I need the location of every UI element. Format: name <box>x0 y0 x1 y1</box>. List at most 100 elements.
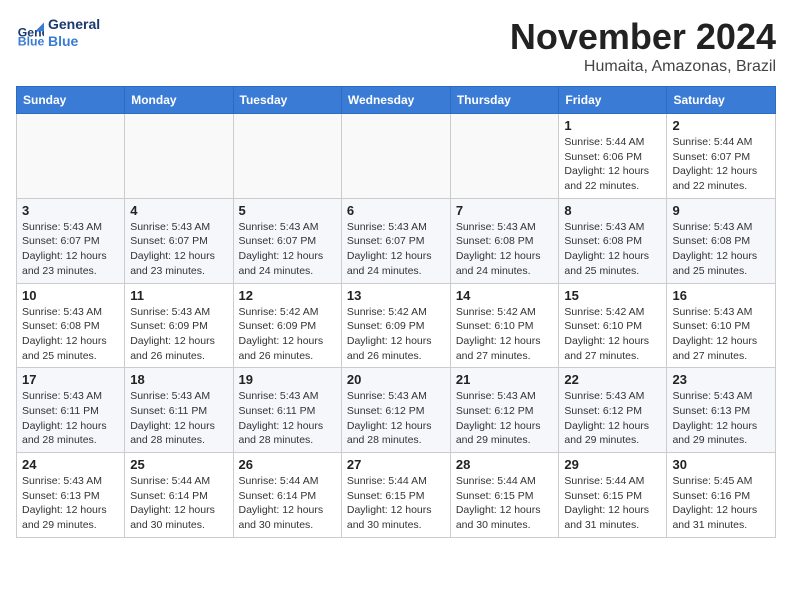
day-info: Sunrise: 5:42 AM Sunset: 6:10 PM Dayligh… <box>456 305 554 364</box>
day-number: 19 <box>239 372 336 387</box>
day-info: Sunrise: 5:43 AM Sunset: 6:07 PM Dayligh… <box>347 220 445 279</box>
calendar-cell: 8 Sunrise: 5:43 AM Sunset: 6:08 PM Daylig… <box>559 198 667 283</box>
calendar-cell: 29Sunrise: 5:44 AM Sunset: 6:15 PM Dayli… <box>559 453 667 538</box>
day-number: 1 <box>564 118 661 133</box>
title-area: November 2024 Humaita, Amazonas, Brazil <box>510 16 776 76</box>
day-number: 29 <box>564 457 661 472</box>
day-number: 14 <box>456 288 554 303</box>
logo-icon: General Blue <box>16 19 44 47</box>
calendar-cell: 26Sunrise: 5:44 AM Sunset: 6:14 PM Dayli… <box>233 453 341 538</box>
logo-line1: General <box>48 16 100 32</box>
day-info: Sunrise: 5:43 AM Sunset: 6:13 PM Dayligh… <box>22 474 119 533</box>
calendar-cell: 24 Sunrise: 5:43 AM Sunset: 6:13 PM Dayli… <box>17 453 125 538</box>
header-monday: Monday <box>125 87 233 114</box>
day-number: 2 <box>672 118 770 133</box>
week-row-2: 3 Sunrise: 5:43 AM Sunset: 6:07 PM Daylig… <box>17 198 776 283</box>
day-number: 9 <box>672 203 770 218</box>
day-info: Sunrise: 5:42 AM Sunset: 6:10 PM Dayligh… <box>564 305 661 364</box>
day-info: Sunrise: 5:42 AM Sunset: 6:09 PM Dayligh… <box>347 305 445 364</box>
logo: General Blue General Blue <box>16 16 100 50</box>
day-number: 28 <box>456 457 554 472</box>
day-number: 10 <box>22 288 119 303</box>
day-number: 18 <box>130 372 227 387</box>
day-number: 20 <box>347 372 445 387</box>
svg-text:Blue: Blue <box>18 34 44 47</box>
day-info: Sunrise: 5:43 AM Sunset: 6:10 PM Dayligh… <box>672 305 770 364</box>
day-info: Sunrise: 5:43 AM Sunset: 6:11 PM Dayligh… <box>22 389 119 448</box>
week-row-5: 24 Sunrise: 5:43 AM Sunset: 6:13 PM Dayli… <box>17 453 776 538</box>
calendar-cell: 11 Sunrise: 5:43 AM Sunset: 6:09 PM Dayli… <box>125 283 233 368</box>
calendar-cell: 22 Sunrise: 5:43 AM Sunset: 6:12 PM Dayli… <box>559 368 667 453</box>
calendar-cell: 14 Sunrise: 5:42 AM Sunset: 6:10 PM Dayli… <box>450 283 559 368</box>
day-info: Sunrise: 5:43 AM Sunset: 6:11 PM Dayligh… <box>130 389 227 448</box>
day-number: 25 <box>130 457 227 472</box>
day-number: 23 <box>672 372 770 387</box>
calendar-body: 1 Sunrise: 5:44 AM Sunset: 6:06 PM Daylig… <box>17 114 776 538</box>
day-info: Sunrise: 5:43 AM Sunset: 6:08 PM Dayligh… <box>564 220 661 279</box>
day-number: 27 <box>347 457 445 472</box>
day-number: 26 <box>239 457 336 472</box>
day-number: 24 <box>22 457 119 472</box>
header-friday: Friday <box>559 87 667 114</box>
calendar-cell: 12Sunrise: 5:42 AM Sunset: 6:09 PM Dayli… <box>233 283 341 368</box>
day-info: Sunrise: 5:44 AM Sunset: 6:15 PM Dayligh… <box>456 474 554 533</box>
calendar-cell: 20Sunrise: 5:43 AM Sunset: 6:12 PM Dayli… <box>341 368 450 453</box>
week-row-4: 17 Sunrise: 5:43 AM Sunset: 6:11 PM Dayli… <box>17 368 776 453</box>
calendar-cell: 28 Sunrise: 5:44 AM Sunset: 6:15 PM Dayli… <box>450 453 559 538</box>
calendar-cell: 17 Sunrise: 5:43 AM Sunset: 6:11 PM Dayli… <box>17 368 125 453</box>
calendar-cell <box>450 114 559 199</box>
calendar-cell: 23 Sunrise: 5:43 AM Sunset: 6:13 PM Dayli… <box>667 368 776 453</box>
header-saturday: Saturday <box>667 87 776 114</box>
calendar-cell: 27 Sunrise: 5:44 AM Sunset: 6:15 PM Dayli… <box>341 453 450 538</box>
day-number: 4 <box>130 203 227 218</box>
day-info: Sunrise: 5:44 AM Sunset: 6:15 PM Dayligh… <box>347 474 445 533</box>
header-row: SundayMondayTuesdayWednesdayThursdayFrid… <box>17 87 776 114</box>
header-sunday: Sunday <box>17 87 125 114</box>
calendar-cell: 5Sunrise: 5:43 AM Sunset: 6:07 PM Daylig… <box>233 198 341 283</box>
day-info: Sunrise: 5:43 AM Sunset: 6:13 PM Dayligh… <box>672 389 770 448</box>
logo-line2: Blue <box>48 33 78 49</box>
day-info: Sunrise: 5:43 AM Sunset: 6:07 PM Dayligh… <box>239 220 336 279</box>
day-number: 13 <box>347 288 445 303</box>
calendar-cell <box>125 114 233 199</box>
day-info: Sunrise: 5:43 AM Sunset: 6:12 PM Dayligh… <box>456 389 554 448</box>
calendar-cell: 1 Sunrise: 5:44 AM Sunset: 6:06 PM Daylig… <box>559 114 667 199</box>
calendar-table: SundayMondayTuesdayWednesdayThursdayFrid… <box>16 86 776 538</box>
calendar-cell: 9 Sunrise: 5:43 AM Sunset: 6:08 PM Daylig… <box>667 198 776 283</box>
calendar-cell <box>341 114 450 199</box>
day-info: Sunrise: 5:43 AM Sunset: 6:11 PM Dayligh… <box>239 389 336 448</box>
calendar-cell: 18 Sunrise: 5:43 AM Sunset: 6:11 PM Dayli… <box>125 368 233 453</box>
day-info: Sunrise: 5:44 AM Sunset: 6:14 PM Dayligh… <box>130 474 227 533</box>
day-number: 21 <box>456 372 554 387</box>
calendar-cell: 4 Sunrise: 5:43 AM Sunset: 6:07 PM Daylig… <box>125 198 233 283</box>
calendar-cell: 13 Sunrise: 5:42 AM Sunset: 6:09 PM Dayli… <box>341 283 450 368</box>
day-number: 3 <box>22 203 119 218</box>
day-info: Sunrise: 5:43 AM Sunset: 6:12 PM Dayligh… <box>564 389 661 448</box>
calendar-header: SundayMondayTuesdayWednesdayThursdayFrid… <box>17 87 776 114</box>
calendar-cell: 3Sunrise: 5:43 AM Sunset: 6:07 PM Daylig… <box>17 198 125 283</box>
day-info: Sunrise: 5:44 AM Sunset: 6:06 PM Dayligh… <box>564 135 661 194</box>
week-row-1: 1 Sunrise: 5:44 AM Sunset: 6:06 PM Daylig… <box>17 114 776 199</box>
calendar-cell: 2Sunrise: 5:44 AM Sunset: 6:07 PM Daylig… <box>667 114 776 199</box>
header-tuesday: Tuesday <box>233 87 341 114</box>
day-info: Sunrise: 5:43 AM Sunset: 6:08 PM Dayligh… <box>22 305 119 364</box>
month-title: November 2024 <box>510 16 776 58</box>
day-info: Sunrise: 5:43 AM Sunset: 6:08 PM Dayligh… <box>456 220 554 279</box>
day-info: Sunrise: 5:43 AM Sunset: 6:08 PM Dayligh… <box>672 220 770 279</box>
calendar-cell: 15Sunrise: 5:42 AM Sunset: 6:10 PM Dayli… <box>559 283 667 368</box>
location-subtitle: Humaita, Amazonas, Brazil <box>510 58 776 76</box>
calendar-cell: 25 Sunrise: 5:44 AM Sunset: 6:14 PM Dayli… <box>125 453 233 538</box>
day-number: 8 <box>564 203 661 218</box>
calendar-cell <box>17 114 125 199</box>
day-number: 17 <box>22 372 119 387</box>
day-info: Sunrise: 5:43 AM Sunset: 6:07 PM Dayligh… <box>130 220 227 279</box>
day-number: 11 <box>130 288 227 303</box>
day-number: 22 <box>564 372 661 387</box>
calendar-cell: 16 Sunrise: 5:43 AM Sunset: 6:10 PM Dayli… <box>667 283 776 368</box>
calendar-cell: 7Sunrise: 5:43 AM Sunset: 6:08 PM Daylig… <box>450 198 559 283</box>
day-number: 16 <box>672 288 770 303</box>
header: General Blue General Blue November 2024 … <box>16 16 776 76</box>
day-info: Sunrise: 5:43 AM Sunset: 6:09 PM Dayligh… <box>130 305 227 364</box>
day-number: 30 <box>672 457 770 472</box>
calendar-cell: 30Sunrise: 5:45 AM Sunset: 6:16 PM Dayli… <box>667 453 776 538</box>
